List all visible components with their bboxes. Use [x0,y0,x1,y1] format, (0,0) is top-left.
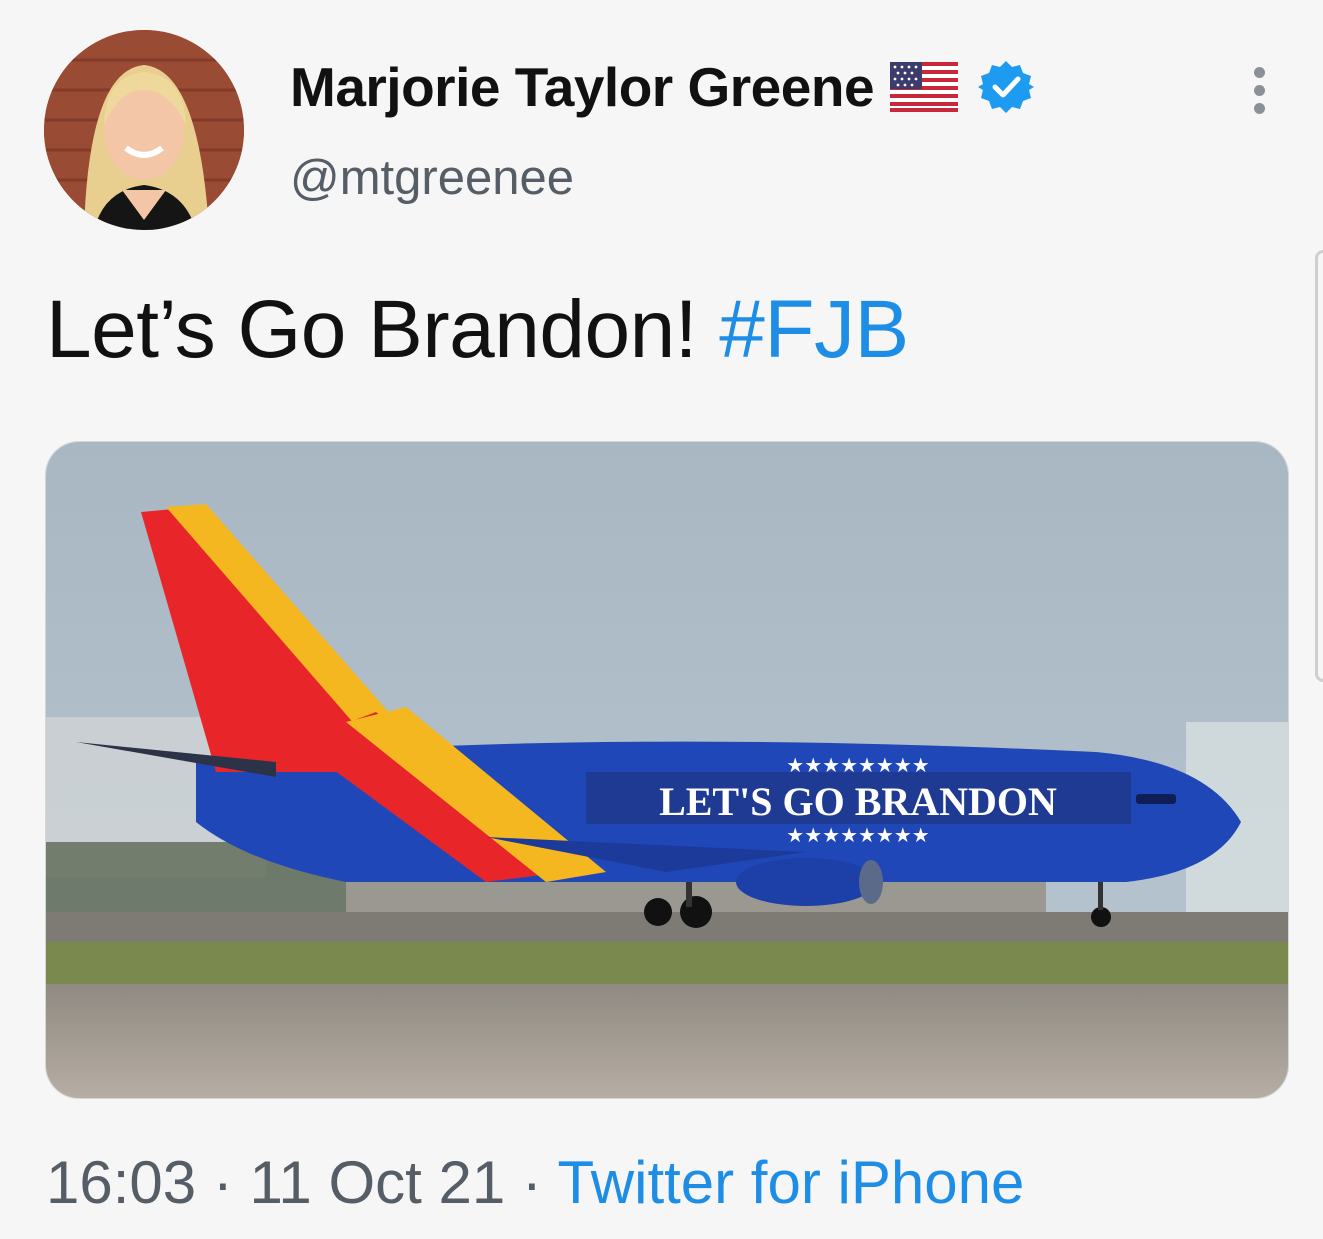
tweet-media-image[interactable]: ★★★★★★★★ LET'S GO BRANDON ★★★★★★★★ [45,441,1289,1099]
verified-badge-icon [978,59,1035,115]
tweet-text: Let’s Go Brandon! #FJB [46,283,909,377]
tweet-meta: 16:03 · 11 Oct 21 · Twitter for iPhone [46,1148,1024,1217]
more-options-icon[interactable] [1245,60,1275,120]
tweet-source-link[interactable]: Twitter for iPhone [557,1149,1024,1216]
avatar[interactable] [44,30,244,230]
tweet-body: Let’s Go Brandon! [46,284,720,375]
fuselage-stars-bottom: ★★★★★★★★ [786,825,929,847]
author-name-row: Marjorie Taylor Greene [290,52,1035,122]
display-name[interactable]: Marjorie Taylor Greene [290,55,875,119]
hashtag-link[interactable]: #FJB [719,284,909,375]
tweet-time: 16:03 [46,1149,197,1216]
author-handle[interactable]: @mtgreenee [290,150,574,206]
meta-separator: · [505,1149,558,1216]
scrollbar[interactable] [1315,250,1323,682]
us-flag-icon [890,62,959,112]
fuselage-text: LET'S GO BRANDON [659,779,1057,824]
tweet-date: 11 Oct 21 [249,1149,506,1216]
tweet-detail: Marjorie Taylor Greene @mtgreenee Let’s … [0,0,1323,1239]
fuselage-stars-top: ★★★★★★★★ [786,755,929,777]
meta-separator: · [196,1149,250,1216]
